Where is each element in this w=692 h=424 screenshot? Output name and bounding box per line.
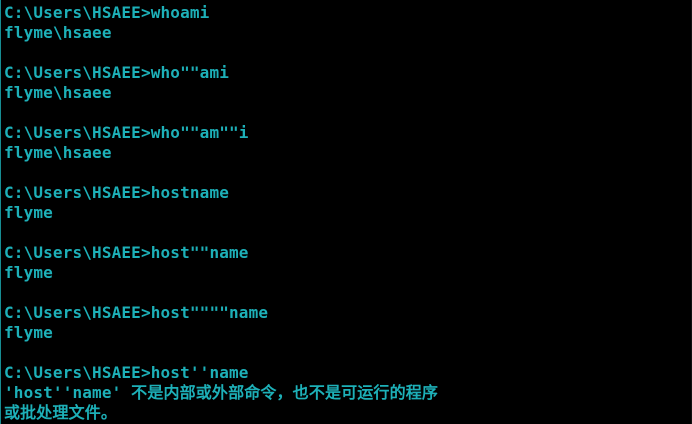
terminal-line-20: 'host''name' 不是内部或外部命令，也不是可运行的程序 [4, 383, 439, 402]
terminal-line-16: C:\Users\HSAEE>host""""name [4, 303, 269, 322]
terminal-window[interactable]: C:\Users\HSAEE>whoami flyme\hsaee C:\Use… [0, 0, 692, 424]
terminal-line-14: flyme [4, 263, 53, 282]
text-cursor [0, 0, 1, 424]
terminal-line-21: 或批处理文件。 [4, 403, 118, 422]
terminal-line-10: C:\Users\HSAEE>hostname [4, 183, 230, 202]
terminal-line-7: C:\Users\HSAEE>who""am""i [4, 123, 249, 142]
terminal-line-13: C:\Users\HSAEE>host""name [4, 243, 249, 262]
terminal-line-11: flyme [4, 203, 53, 222]
terminal-line-17: flyme [4, 323, 53, 342]
terminal-line-4: C:\Users\HSAEE>who""ami [4, 63, 230, 82]
terminal-line-5: flyme\hsaee [4, 83, 112, 102]
terminal-line-2: flyme\hsaee [4, 23, 112, 42]
terminal-line-8: flyme\hsaee [4, 143, 112, 162]
terminal-line-19: C:\Users\HSAEE>host''name [4, 363, 249, 382]
terminal-line-1: C:\Users\HSAEE>whoami [4, 3, 210, 22]
